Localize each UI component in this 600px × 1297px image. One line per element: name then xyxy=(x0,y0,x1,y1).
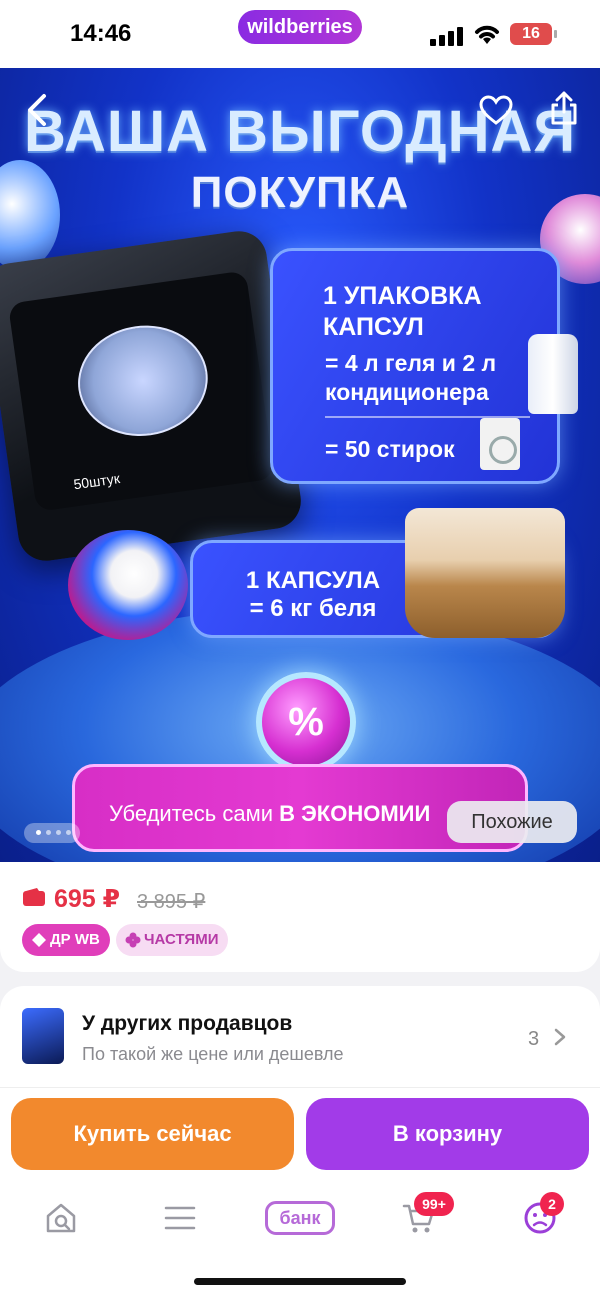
promo-text: Убедитесь сами В ЭКОНОМИИ xyxy=(109,801,430,827)
product-label-image xyxy=(70,317,215,445)
cart-count-badge: 99+ xyxy=(414,1192,454,1216)
card1-title: 1 УПАКОВКА КАПСУЛ xyxy=(323,281,482,343)
home-search-icon xyxy=(46,1203,76,1233)
product-image-carousel[interactable]: ВАША ВЫГОДНАЯ ПОКУПКА 50штук 1 УПАКОВКА … xyxy=(0,68,600,865)
detergent-bottle-image xyxy=(528,334,578,414)
tab-bank[interactable]: банк xyxy=(264,1196,336,1240)
capsule-image xyxy=(68,530,188,640)
status-time: 14:46 xyxy=(70,20,132,47)
brand-logo[interactable]: wildberries xyxy=(238,10,362,44)
similar-button[interactable]: Похожие xyxy=(447,801,577,843)
percent-icon: % xyxy=(288,700,324,744)
battery-indicator: 16 xyxy=(510,23,557,45)
other-sellers-title: У других продавцов xyxy=(82,1012,293,1035)
bank-label: банк xyxy=(265,1201,335,1235)
product-container-image: 50штук xyxy=(0,227,305,565)
add-to-cart-button[interactable]: В корзину xyxy=(306,1098,589,1170)
bottom-bar: Купить сейчас В корзину банк xyxy=(0,1087,600,1297)
card1-washes: = 50 стирок xyxy=(325,436,455,462)
status-bar: 14:46 wildberries 16 xyxy=(0,0,600,68)
share-button[interactable] xyxy=(546,88,582,128)
card2-text: 1 КАПСУЛА = 6 кг беля xyxy=(238,567,388,623)
buy-now-button[interactable]: Купить сейчас xyxy=(11,1098,294,1170)
price-card: 695 ₽ 3 895 ₽ ДР WB ЧАСТЯМИ xyxy=(0,862,600,972)
current-price: 695 ₽ xyxy=(54,885,121,913)
card1-volume-line2: кондиционера xyxy=(325,379,489,405)
washing-machine-image xyxy=(480,418,520,470)
card1-volume-line1: = 4 л геля и 2 л xyxy=(325,350,497,376)
laundry-basket-image xyxy=(405,508,565,638)
chevron-right-icon xyxy=(554,1028,566,1046)
share-icon xyxy=(551,91,577,125)
menu-icon xyxy=(164,1206,196,1230)
profile-notification-badge: 2 xyxy=(540,1192,564,1216)
heart-icon xyxy=(479,95,513,125)
favorite-button[interactable] xyxy=(478,92,514,128)
home-indicator[interactable] xyxy=(194,1278,406,1285)
promo-text-bold: В ЭКОНОМИИ xyxy=(279,801,431,826)
hero-title-line2: ПОКУПКА xyxy=(190,168,410,217)
product-screen: 14:46 wildberries 16 ВАША ВЫГОДНАЯ ПОКУП… xyxy=(0,0,600,1297)
card2-line1: 1 КАПСУЛА xyxy=(245,567,381,594)
back-button[interactable] xyxy=(20,92,56,128)
wallet-icon xyxy=(23,888,45,906)
tab-catalog[interactable] xyxy=(155,1196,205,1240)
card1-title-line2: КАПСУЛ xyxy=(323,313,424,341)
product-count: 50штук xyxy=(72,470,121,493)
discount-ball-image: % xyxy=(256,672,356,772)
card1-volume: = 4 л геля и 2 л кондиционера xyxy=(325,349,496,407)
old-price: 3 895 ₽ xyxy=(137,891,206,913)
wifi-icon xyxy=(475,25,499,44)
other-sellers-subtitle: По такой же цене или дешевле xyxy=(82,1044,344,1064)
card2-line2: = 6 кг беля xyxy=(249,595,377,622)
other-sellers-count: 3 xyxy=(528,1028,540,1050)
back-arrow-icon xyxy=(28,94,46,126)
promo-tag-wb-label: ДР WB xyxy=(50,931,100,948)
seller-product-thumbnail xyxy=(22,1008,64,1064)
promo-text-regular: Убедитесь сами xyxy=(109,801,280,826)
carousel-pager[interactable] xyxy=(24,823,80,843)
product-lid: 50штук xyxy=(7,270,275,512)
clover-icon xyxy=(125,932,141,948)
tab-home[interactable] xyxy=(36,1196,86,1240)
installments-tag[interactable]: ЧАСТЯМИ xyxy=(116,924,228,956)
diamond-icon xyxy=(32,933,46,947)
promo-tag-wb[interactable]: ДР WB xyxy=(22,924,110,956)
installments-tag-label: ЧАСТЯМИ xyxy=(144,931,219,948)
card1-title-line1: 1 УПАКОВКА xyxy=(323,282,482,310)
signal-icon xyxy=(430,26,464,46)
